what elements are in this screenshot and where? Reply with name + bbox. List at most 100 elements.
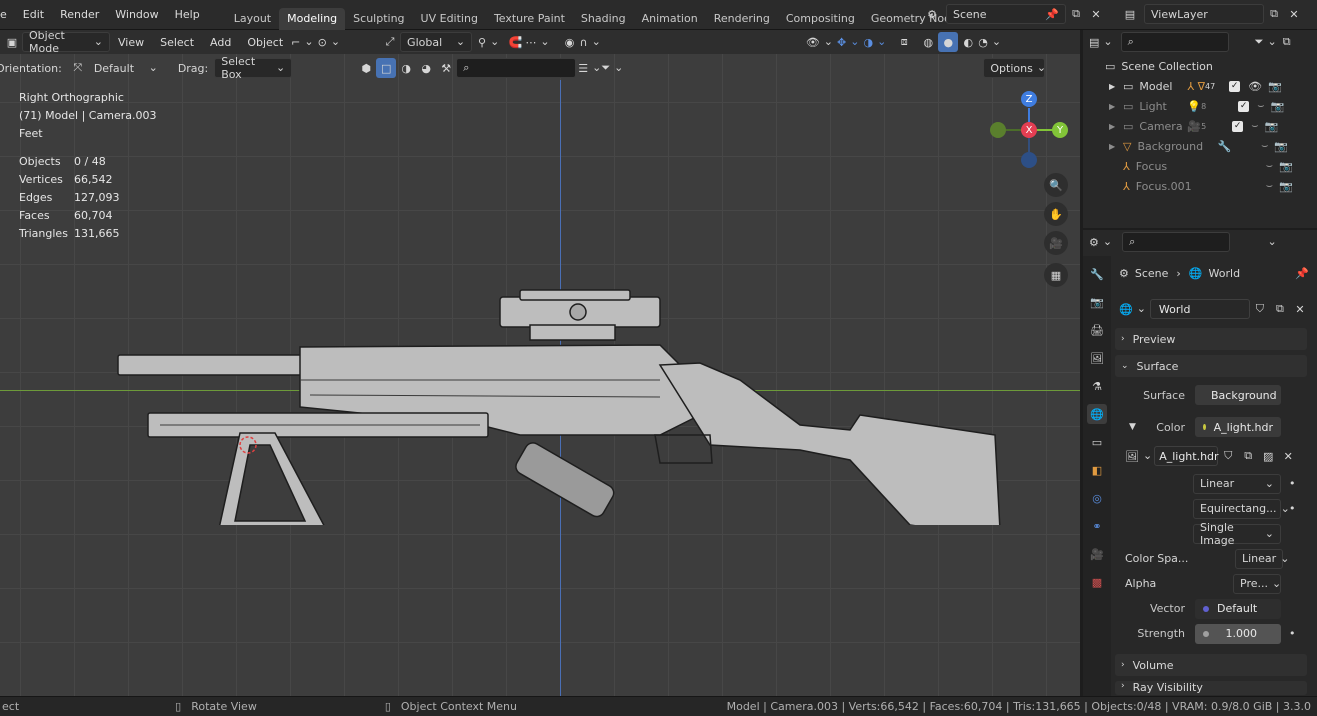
eye-closed-icon[interactable]: ⌣	[1266, 179, 1273, 193]
alpha-dropdown[interactable]: Pre...	[1233, 573, 1281, 594]
colorspace-dropdown[interactable]: Linear	[1235, 548, 1283, 569]
camera-render-icon[interactable]: 📷	[1270, 100, 1284, 113]
outliner-item-light[interactable]: ▶ ▭ Light 💡 8 ✓ ⌣ 📷	[1083, 96, 1317, 116]
tab-uv-editing[interactable]: UV Editing	[413, 8, 486, 30]
outliner-item-focus-001[interactable]: ⅄ Focus.001 ⌣ 📷	[1083, 176, 1317, 196]
duplicate-world-icon[interactable]: ⧉	[1270, 299, 1290, 319]
menu-window[interactable]: Window	[107, 0, 166, 30]
unlink-image-icon[interactable]: ✕	[1278, 446, 1298, 466]
menu-add[interactable]: Add	[202, 27, 239, 57]
brush-icon[interactable]: ⚒	[436, 58, 456, 78]
scene-icon[interactable]: ⚙	[922, 4, 942, 24]
overlay-toggle-icon[interactable]: ◑	[863, 32, 886, 52]
wireframe-shading-icon[interactable]: ◍	[918, 32, 938, 52]
ortho-grid-icon[interactable]: ▦	[1044, 263, 1068, 287]
menu-select[interactable]: Select	[152, 27, 202, 57]
include-checkbox[interactable]: ✓	[1229, 80, 1241, 92]
outliner-filter-icon[interactable]: ⏷	[1255, 32, 1277, 52]
tab-compositing[interactable]: Compositing	[778, 8, 863, 30]
delete-scene-icon[interactable]: ✕	[1086, 4, 1106, 24]
pivot-icon[interactable]: ⚲	[478, 32, 499, 52]
include-checkbox[interactable]: ✓	[1232, 120, 1244, 132]
tab-rendering[interactable]: Rendering	[706, 8, 778, 30]
camera-render-icon[interactable]: 📷	[1264, 120, 1278, 133]
scene-selector[interactable]: Scene 📌	[946, 4, 1066, 24]
fake-user-shield-icon[interactable]: ⛉	[1218, 446, 1238, 466]
world-name-field[interactable]: World	[1149, 299, 1250, 319]
orientation-icon[interactable]: ⤧	[68, 58, 88, 78]
pin-icon[interactable]: 📌	[1295, 267, 1309, 280]
data-tab-icon[interactable]: 🎥	[1087, 544, 1107, 564]
xray-icon[interactable]: ⧈	[894, 32, 914, 52]
open-image-icon[interactable]: ▨	[1258, 446, 1278, 466]
solid-shading-icon[interactable]: ●	[938, 32, 959, 52]
mode-selector[interactable]: Object Mode	[22, 29, 110, 55]
interpolation-dropdown[interactable]: Linear	[1193, 473, 1281, 494]
constraints-tab-icon[interactable]: ⚭	[1087, 516, 1107, 536]
scene-tab-icon[interactable]: ⚗	[1087, 376, 1107, 396]
menu-view[interactable]: View	[110, 27, 152, 57]
camera-view-icon[interactable]: 🎥	[1044, 231, 1068, 255]
filter-sort-icon[interactable]: ☰	[578, 58, 601, 78]
3d-viewport[interactable]: Right Orthographic (71) Model | Camera.0…	[0, 30, 1080, 696]
expand-icon[interactable]: ▶	[1109, 142, 1123, 151]
transform-orientation-icon[interactable]: ⤢	[380, 32, 400, 52]
properties-search-input[interactable]: ⌕	[1122, 232, 1231, 252]
outliner-item-focus[interactable]: ⅄ Focus ⌣ 📷	[1083, 156, 1317, 176]
eye-closed-icon[interactable]: ⌣	[1257, 99, 1264, 113]
properties-editor-icon[interactable]: ⚙	[1089, 232, 1112, 252]
menu-edit[interactable]: Edit	[15, 0, 52, 30]
keyframe-dot-icon[interactable]: •	[1289, 627, 1296, 640]
gizmo-z-axis[interactable]: Z	[1021, 91, 1037, 107]
physics-tab-icon[interactable]: ◎	[1087, 488, 1107, 508]
surface-panel-header[interactable]: ⌄ Surface	[1115, 355, 1307, 377]
outliner-item-model[interactable]: ▶ ▭ Model ⅄ ∇ 47 ✓ 👁 📷	[1083, 76, 1317, 96]
navigation-gizmo[interactable]: Z X Y	[990, 90, 1070, 170]
camera-render-icon[interactable]: 📷	[1279, 160, 1293, 173]
gizmo-y-axis[interactable]: Y	[1052, 122, 1068, 138]
texture-sphere-icon[interactable]: ◕	[416, 58, 436, 78]
expand-icon[interactable]: ▶	[1109, 82, 1123, 91]
outliner-item-background[interactable]: ▶ ▽ Background 🔧 ⌣ 📷	[1083, 136, 1317, 156]
pin-icon[interactable]: 📌	[1045, 8, 1059, 21]
new-scene-icon[interactable]: ⧉	[1066, 4, 1086, 24]
view-layer-tab-icon[interactable]: 🖼	[1087, 348, 1107, 368]
eye-closed-icon[interactable]: ⌣	[1261, 139, 1268, 153]
expand-icon[interactable]: ▶	[1109, 122, 1123, 131]
menu-help[interactable]: Help	[167, 0, 208, 30]
ray-visibility-panel-header[interactable]: › Ray Visibility	[1115, 681, 1307, 695]
properties-options-icon[interactable]	[1260, 232, 1280, 252]
surface-shader-field[interactable]: Background	[1195, 385, 1281, 405]
image-browse-icon[interactable]: 🖼	[1125, 446, 1152, 466]
gizmo-x-axis[interactable]: X	[1021, 122, 1037, 138]
world-tab-icon[interactable]: 🌐	[1087, 404, 1107, 424]
snap-icon[interactable]: 🧲	[505, 32, 525, 52]
image-name-field[interactable]: A_light.hdr	[1154, 446, 1219, 466]
keyframe-dot-icon[interactable]: •	[1289, 477, 1296, 490]
pan-hand-icon[interactable]: ✋	[1044, 202, 1068, 226]
snap-target-icon[interactable]: ⋯	[525, 32, 549, 52]
tab-texture-paint[interactable]: Texture Paint	[486, 8, 573, 30]
source-dropdown[interactable]: Single Image	[1193, 521, 1281, 547]
eye-icon[interactable]: 👁	[1248, 80, 1262, 93]
expand-arrow-icon[interactable]: ▼	[1129, 422, 1143, 432]
material-shading-icon[interactable]: ◐	[958, 32, 978, 52]
view-layer-selector[interactable]: ViewLayer	[1144, 4, 1264, 24]
color-input-field[interactable]: A_light.hdr	[1195, 417, 1281, 437]
expand-icon[interactable]: ▶	[1109, 102, 1123, 111]
texture-tab-icon[interactable]: ▩	[1087, 572, 1107, 592]
zoom-icon[interactable]: 🔍	[1044, 173, 1068, 197]
viewport-search-input[interactable]: ⌕	[456, 58, 577, 78]
tab-shading[interactable]: Shading	[573, 8, 634, 30]
tool-tab-icon[interactable]: 🔧	[1087, 264, 1107, 284]
include-checkbox[interactable]: ✓	[1238, 100, 1250, 112]
orientation-dropdown[interactable]: Default	[88, 58, 164, 78]
outliner-editor-icon[interactable]: ▤	[1089, 32, 1113, 52]
menu-file[interactable]: e	[0, 0, 15, 30]
output-tab-icon[interactable]: 🖨	[1087, 320, 1107, 340]
eye-closed-icon[interactable]: ⌣	[1251, 119, 1258, 133]
visibility-icon[interactable]: 👁	[806, 32, 833, 52]
select-box-icon[interactable]: □	[376, 58, 397, 78]
gizmo-neg-y-axis[interactable]	[990, 122, 1006, 138]
eye-closed-icon[interactable]: ⌣	[1266, 159, 1273, 173]
